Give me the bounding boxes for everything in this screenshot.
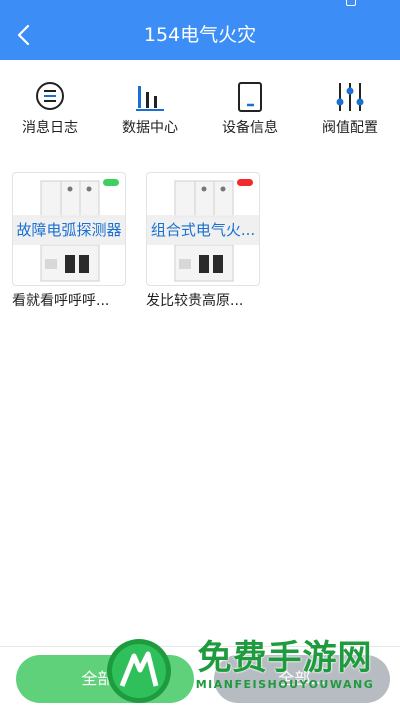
device-info-icon — [238, 82, 262, 112]
function-nav: 消息日志 数据中心 设备信息 阀值配置 — [0, 76, 400, 148]
status-indicator — [103, 179, 119, 186]
watermark: 免费手游网 MIANFEISHOUYOUWANG — [180, 638, 390, 692]
status-indicator — [237, 179, 253, 186]
page-title: 154电气火灾 — [143, 24, 257, 46]
device-description: 发比较贵高原... — [146, 293, 244, 309]
sliders-icon — [336, 83, 364, 111]
message-log-icon — [36, 82, 64, 110]
watermark-logo — [107, 639, 171, 703]
nav-label: 消息日志 — [22, 120, 78, 136]
nav-label: 数据中心 — [122, 120, 178, 136]
nav-label: 阀值配置 — [322, 120, 378, 136]
nav-item-threshold-config[interactable]: 阀值配置 — [300, 76, 400, 148]
bar-chart-icon — [136, 86, 164, 111]
nav-item-device-info[interactable]: 设备信息 — [200, 76, 300, 148]
nav-label: 设备信息 — [222, 120, 278, 136]
app-bar: 154电气火灾 — [0, 10, 400, 60]
watermark-subtext: MIANFEISHOUYOUWANG — [195, 678, 375, 691]
device-name: 组合式电气火... — [147, 215, 259, 245]
status-bar — [0, 0, 400, 10]
nav-item-message-log[interactable]: 消息日志 — [0, 76, 100, 148]
device-description: 看就看呼呼呼... — [12, 293, 110, 309]
watermark-text: 免费手游网 — [197, 638, 373, 678]
nav-item-data-center[interactable]: 数据中心 — [100, 76, 200, 148]
device-card[interactable]: 组合式电气火... — [146, 172, 260, 286]
device-card[interactable]: 故障电弧探测器 — [12, 172, 126, 286]
device-name: 故障电弧探测器 — [13, 215, 125, 245]
battery-icon — [346, 0, 356, 6]
